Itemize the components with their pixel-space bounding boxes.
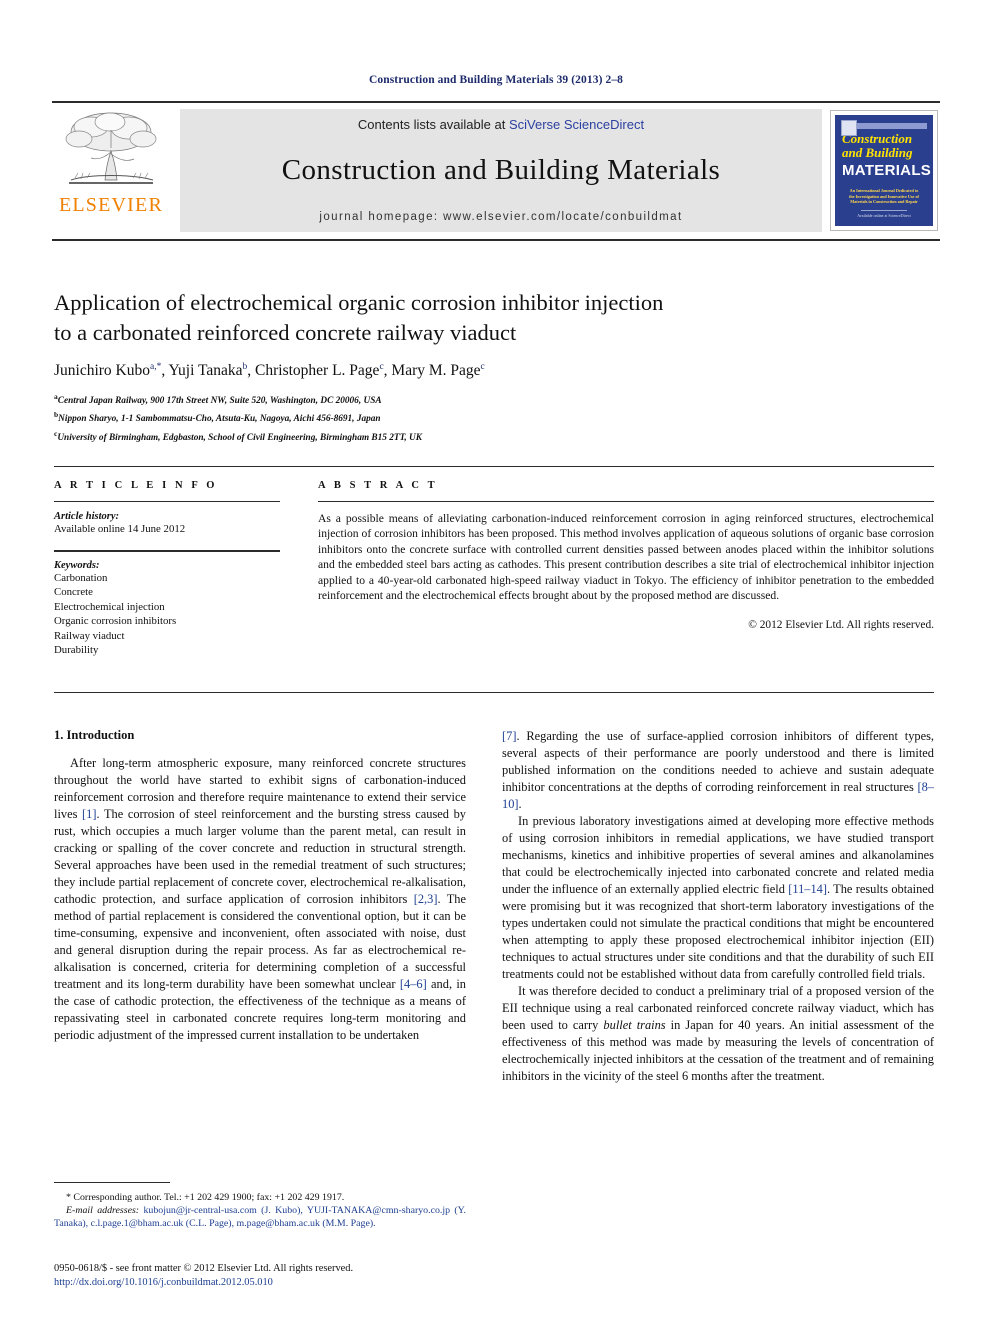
abstract-text: As a possible means of alleviating carbo… [318,512,934,603]
author-sup: c [379,362,384,372]
paragraph-intro-2: In previous laboratory investigations ai… [502,813,934,983]
elsevier-logo: ELSEVIER [52,103,170,239]
email-label: E-mail addresses: [66,1205,140,1217]
paragraph-intro-3: It was therefore decided to conduct a pr… [502,983,934,1085]
journal-band: Contents lists available at SciVerse Sci… [180,109,822,232]
abstract-heading: A B S T R A C T [318,480,438,491]
citation-ref-2-3[interactable]: [2,3] [414,892,438,906]
author-name: Mary M. Page [391,362,481,380]
affiliation-text: Central Japan Railway, 900 17th Street N… [57,396,382,407]
paragraph-intro-continued: [7]. Regarding the use of surface-applie… [502,728,934,813]
journal-homepage-link[interactable]: journal homepage: www.elsevier.com/locat… [319,211,682,223]
author-1[interactable]: Yuji Tanakab [169,362,248,379]
running-head: Construction and Building Materials 39 (… [368,74,624,86]
journal-cover-thumbnail[interactable]: Construction and Building MATERIALS An I… [830,110,938,231]
journal-masthead: ELSEVIER Contents lists available at Sci… [52,101,940,241]
section-heading-introduction: 1. Introduction [54,728,135,742]
emphasis-bullet-trains: bullet trains [603,1018,666,1032]
elsevier-tree-logo [65,112,157,184]
title-block: Application of electrochemical organic c… [54,288,934,445]
text-run: . The results obtained were promising bu… [502,882,934,981]
citation-ref-1[interactable]: [1] [82,807,96,821]
keywords-label: Keywords: [54,559,100,571]
body-column-left: 1. Introduction After long-term atmosphe… [54,728,466,1044]
abstract-rule [318,501,934,502]
author-sup: a,* [150,362,162,372]
contents-available-line: Contents lists available at SciVerse Sci… [358,117,644,132]
cover-title-line2: and Building [842,145,913,160]
email-addresses-note: E-mail addresses: kubojun@jr-central-usa… [54,1204,466,1230]
citation-ref-11-14[interactable]: [11–14] [788,882,827,896]
cover-top-band [849,123,928,129]
affiliation-b: bNippon Sharyo, 1-1 Sambommatsu-Cho, Ats… [54,408,934,426]
keywords-rule [54,549,280,552]
author-name: Junichiro Kubo [54,362,151,380]
page-title: Application of electrochemical organic c… [54,288,934,348]
text-run: . [518,797,522,811]
cover-publisher-badge-icon [841,120,857,136]
affiliation-c: cUniversity of Birmingham, Edgbaston, Sc… [54,427,934,445]
citation-ref-4-6[interactable]: [4–6] [400,977,427,991]
author-0[interactable]: Junichiro Kuboa,* [54,362,161,379]
cover-title-line3: MATERIALS [842,162,932,179]
author-name: Christopher L. Page [255,362,380,380]
article-info-rule [54,501,280,502]
corresponding-author-note: * Corresponding author. Tel.: +1 202 429… [66,1192,345,1203]
keywords-list: Carbonation Concrete Electrochemical inj… [54,571,280,659]
affiliation-text: Nippon Sharyo, 1-1 Sambommatsu-Cho, Atsu… [58,414,381,425]
info-band-bottom-rule [54,692,934,693]
front-matter-line: 0950-0618/$ - see front matter © 2012 El… [54,1263,354,1274]
info-band-top-rule [54,466,934,467]
sciencedirect-link[interactable]: SciVerse ScienceDirect [509,117,644,132]
paper-page: Construction and Building Materials 39 (… [0,0,992,1323]
text-run: . The corrosion of steel reinforcement a… [54,807,466,906]
title-line-1: Application of electrochemical organic c… [54,290,664,315]
keyword-1: Concrete [54,586,93,599]
cover-footer: Available online at ScienceDirect [835,210,933,218]
journal-title: Construction and Building Materials [281,154,721,186]
article-info-heading: A R T I C L E I N F O [54,480,218,491]
elsevier-wordmark: ELSEVIER [58,194,164,216]
abstract-column: A B S T R A C T As a possible means of a… [318,480,934,631]
affiliation-text: University of Birmingham, Edgbaston, Sch… [57,432,422,443]
keyword-5: Durability [54,644,99,657]
keyword-0: Carbonation [54,571,108,584]
colophon-block: 0950-0618/$ - see front matter © 2012 El… [54,1262,484,1290]
citation-ref-7[interactable]: [7] [502,729,516,743]
author-2[interactable]: Christopher L. Pagec [255,362,384,379]
keyword-4: Railway viaduct [54,629,125,642]
article-info-column: A R T I C L E I N F O Article history: A… [54,480,280,658]
affiliation-a: aCentral Japan Railway, 900 17th Street … [54,390,934,408]
article-history-label: Article history: [54,511,120,522]
article-history-value: Available online 14 June 2012 [54,523,186,535]
affiliation-list: aCentral Japan Railway, 900 17th Street … [54,390,934,445]
cover-footer-text: Available online at ScienceDirect [857,213,911,218]
footnote-rule [54,1182,170,1183]
contents-prefix: Contents lists available at [357,117,509,132]
body-column-right: [7]. Regarding the use of surface-applie… [502,728,934,1085]
paragraph-intro-1: After long-term atmospheric exposure, ma… [54,755,466,1044]
footnote-block: * Corresponding author. Tel.: +1 202 429… [54,1182,466,1231]
author-sup: b [242,362,248,372]
cover-subtitle: An International Journal Dedicated to th… [849,188,919,205]
author-name: Yuji Tanaka [168,362,243,380]
doi-link[interactable]: http://dx.doi.org/10.1016/j.conbuildmat.… [54,1276,484,1290]
title-line-2: to a carbonated reinforced concrete rail… [54,320,517,345]
author-list: Junichiro Kuboa,*, Yuji Tanakab, Christo… [54,362,485,380]
text-run: . Regarding the use of surface-applied c… [502,729,934,794]
author-3[interactable]: Mary M. Pagec [391,362,484,379]
keyword-3: Organic corrosion inhibitors [54,615,177,628]
keyword-2: Electrochemical injection [54,600,165,613]
author-sup: c [480,362,485,372]
abstract-copyright: © 2012 Elsevier Ltd. All rights reserved… [748,619,934,632]
